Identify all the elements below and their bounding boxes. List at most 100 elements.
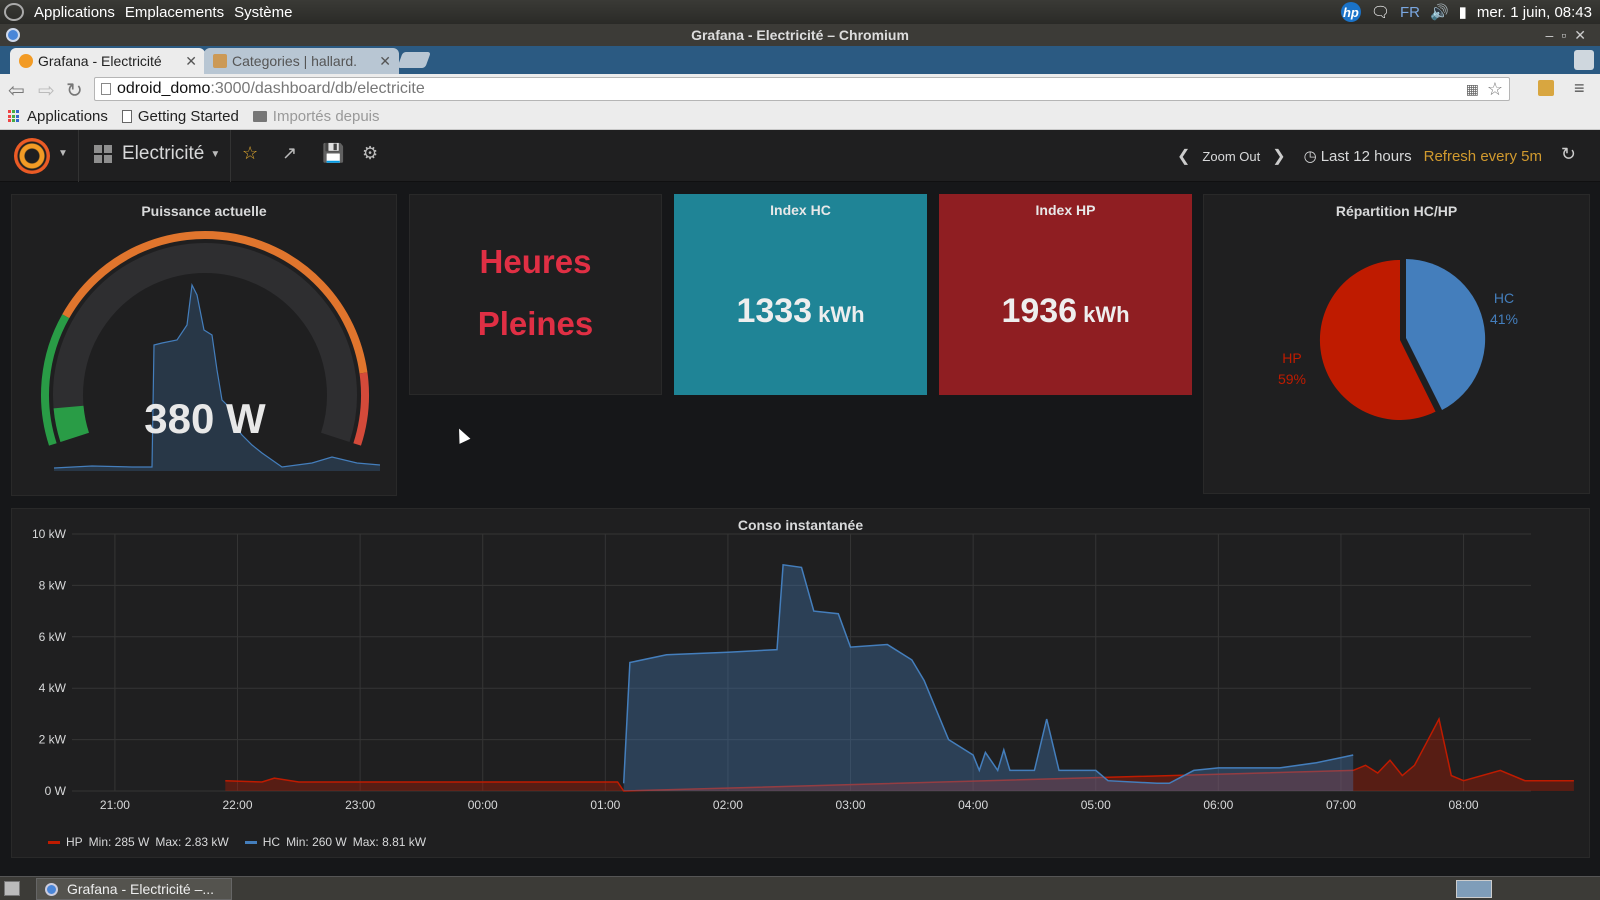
graph-chart: 0 W 2 kW 4 kW 6 kW 8 kW 10 kW 21:00 22:00 23:00 0… <box>32 527 1574 812</box>
panel-conso-instantanee[interactable]: Conso instantanée 0 W2 kW 4 kW 6 kW 8 kW 10 … <box>11 508 1590 858</box>
legend-max: Max: 8.81 kW <box>352 835 427 849</box>
bookmark-getting-started[interactable]: Getting Started <box>121 108 239 125</box>
legend-max: Max: 2.83 kW <box>155 835 229 849</box>
extension-icon[interactable] <box>1538 80 1554 96</box>
chromium-icon <box>45 883 58 896</box>
window-title: Grafana - Electricité – Chromium <box>691 27 909 43</box>
forward-icon[interactable]: ⇨ <box>38 78 55 103</box>
clock[interactable]: mer. 1 juin, 08:43 <box>1477 4 1592 21</box>
page-icon <box>101 83 111 95</box>
panel-index-hp[interactable]: Index HP 1936 kWh <box>939 194 1192 395</box>
x-tick-label: 02:00 <box>713 798 743 812</box>
clock-icon: ◷ <box>1303 148 1317 165</box>
battery-icon[interactable]: ▮ <box>1459 3 1467 21</box>
volume-icon[interactable]: 🔊 <box>1430 3 1449 21</box>
caret-down-icon: ▼ <box>210 148 221 160</box>
close-tab-icon[interactable]: ✕ <box>379 48 391 74</box>
pie-label-hc: HC <box>1494 290 1514 306</box>
keyboard-layout[interactable]: FR <box>1400 4 1420 21</box>
back-icon[interactable]: ⇦ <box>8 78 25 103</box>
reload-icon[interactable]: ↻ <box>66 78 83 103</box>
caret-down-icon[interactable]: ▼ <box>58 148 68 159</box>
divider <box>78 130 79 182</box>
chromium-icon <box>6 28 20 42</box>
x-tick-label: 22:00 <box>223 798 253 812</box>
menu-systeme[interactable]: Système <box>234 4 292 21</box>
bookmark-label: Importés depuis <box>272 108 380 125</box>
page-icon <box>121 110 132 123</box>
bookmark-folder-imported[interactable]: Importés depuis <box>252 108 380 125</box>
x-tick-label: 05:00 <box>1081 798 1111 812</box>
window-controls[interactable]: –▫✕ <box>1546 24 1594 46</box>
close-tab-icon[interactable]: ✕ <box>185 48 197 74</box>
window-titlebar: Grafana - Electricité – Chromium –▫✕ <box>0 24 1600 46</box>
dashboard-title: Electricité <box>122 143 205 164</box>
address-bar[interactable]: odroid_domo:3000/dashboard/db/electricit… <box>94 77 1510 101</box>
time-forward-icon[interactable]: ❯ <box>1272 146 1285 166</box>
stat-value: 1936 kWh <box>939 292 1192 331</box>
settings-gear-icon[interactable]: ⚙ <box>362 143 378 164</box>
gauge-value: 380 W <box>144 395 266 442</box>
bookmark-label: Getting Started <box>137 108 239 125</box>
gauge-chart: 380 W <box>41 231 381 471</box>
y-tick-label: 2 kW <box>39 733 67 747</box>
refresh-icon[interactable]: ↻ <box>1561 144 1576 165</box>
star-dashboard-icon[interactable]: ☆ <box>242 143 258 164</box>
profile-icon[interactable] <box>1574 50 1594 70</box>
grafana-favicon-icon <box>19 54 33 68</box>
y-tick-label: 6 kW <box>39 630 67 644</box>
x-tick-label: 21:00 <box>100 798 130 812</box>
graph-legend: HP Min: 285 W Max: 2.83 kW HC Min: 260 W… <box>48 835 442 849</box>
panel-heures-pleines[interactable]: Heures Pleines <box>409 194 662 395</box>
x-tick-label: 00:00 <box>468 798 498 812</box>
panel-repartition[interactable]: Répartition HC/HP HC 41% HP 59% <box>1203 194 1590 494</box>
text-line-2: Pleines <box>477 305 594 342</box>
x-tick-label: 07:00 <box>1326 798 1356 812</box>
stat-value: 1333 kWh <box>674 292 927 331</box>
workspace-switcher[interactable] <box>1456 880 1492 898</box>
taskbar-window-chromium[interactable]: Grafana - Electricité –... <box>36 878 232 900</box>
translate-icon[interactable]: ▦ <box>1466 78 1479 100</box>
dashboard-picker[interactable]: Electricité ▼ <box>94 143 220 165</box>
stat-unit: kWh <box>818 302 865 327</box>
refresh-interval[interactable]: Refresh every 5m <box>1424 148 1542 165</box>
legend-name: HC <box>262 835 281 849</box>
bookmark-applications[interactable]: Applications <box>8 108 108 125</box>
menu-applications[interactable]: Applications <box>34 4 115 21</box>
bookmarks-bar: Applications Getting Started Importés de… <box>0 104 1600 130</box>
folder-icon <box>252 111 267 122</box>
zoom-out-button[interactable]: Zoom Out <box>1202 149 1260 164</box>
save-icon[interactable]: 💾 <box>322 143 344 164</box>
legend-swatch <box>48 840 60 844</box>
hamburger-menu-icon[interactable]: ≡ <box>1574 78 1585 99</box>
browser-toolbar: ⇦ ⇨ ↻ odroid_domo:3000/dashboard/db/elec… <box>0 74 1600 104</box>
time-range-picker[interactable]: Last 12 hours <box>1321 148 1412 165</box>
chat-icon[interactable]: 🗨 <box>1371 3 1390 21</box>
legend-item-hp[interactable]: HP Min: 285 W Max: 2.83 kW <box>48 835 235 849</box>
time-controls: ❮ Zoom Out ❯ ◷ Last 12 hours Refresh eve… <box>1165 146 1542 166</box>
panel-puissance-actuelle[interactable]: Puissance actuelle 380 W <box>11 194 397 496</box>
legend-item-hc[interactable]: HC Min: 260 W Max: 8.81 kW <box>244 835 432 849</box>
apps-icon <box>8 110 21 123</box>
hp-icon[interactable]: hp <box>1340 2 1361 22</box>
text-line-1: Heures <box>479 243 592 280</box>
grafana-logo-icon[interactable] <box>14 138 50 174</box>
tab-grafana[interactable]: Grafana - Electricité ✕ <box>10 48 205 74</box>
tab-strip: Grafana - Electricité ✕ Categories | hal… <box>0 46 1600 74</box>
menu-emplacements[interactable]: Emplacements <box>125 4 224 21</box>
share-icon[interactable]: ↗ <box>282 143 297 164</box>
tab-title: Grafana - Electricité <box>38 53 162 69</box>
bookmark-star-icon[interactable]: ☆ <box>1487 78 1503 100</box>
panel-index-hc[interactable]: Index HC 1333 kWh <box>674 194 927 395</box>
time-back-icon[interactable]: ❮ <box>1177 146 1190 166</box>
url-host: odroid_domo <box>117 80 211 97</box>
dashboard-grid-icon <box>94 145 112 163</box>
mouse-cursor-icon <box>453 426 471 444</box>
show-desktop-icon[interactable] <box>4 881 20 896</box>
panel-title: Index HC <box>770 202 831 218</box>
gnome-foot-icon[interactable] <box>4 3 24 21</box>
panel-title: Index HP <box>1035 202 1096 218</box>
tab-categories[interactable]: Categories | hallard. ✕ <box>204 48 399 74</box>
new-tab-button[interactable] <box>397 52 431 68</box>
pie-label-hp: HP <box>1282 350 1301 366</box>
